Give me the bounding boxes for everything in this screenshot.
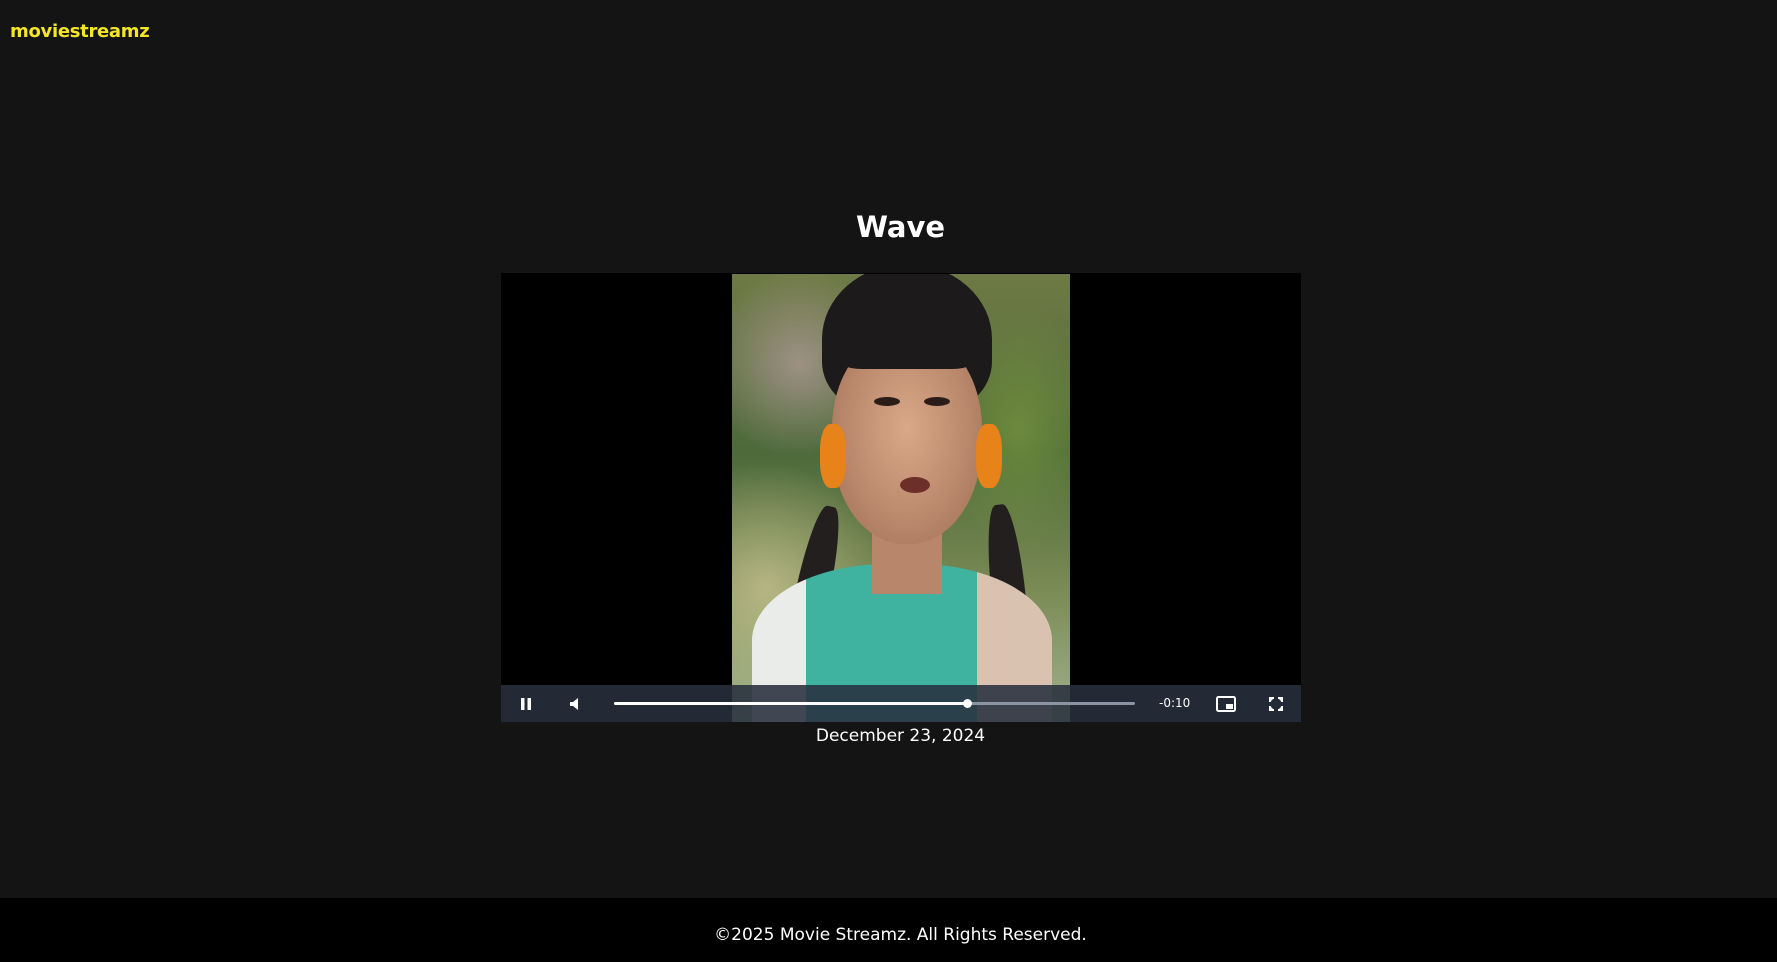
video-scene-mouth: [900, 477, 930, 493]
video-scene-eye-left: [874, 397, 900, 406]
picture-in-picture-button[interactable]: [1201, 685, 1251, 722]
video-scene-eye-right: [924, 397, 950, 406]
page: moviestreamz Wave -0:10 December 23, 202…: [0, 0, 1777, 962]
pause-icon: [521, 697, 531, 710]
seek-bar-played: [614, 702, 967, 705]
picture-in-picture-icon: [1216, 695, 1236, 712]
time-remaining: -0:10: [1159, 696, 1191, 710]
video-player[interactable]: -0:10: [501, 273, 1301, 722]
release-date: December 23, 2024: [815, 726, 986, 746]
site-logo[interactable]: moviestreamz: [10, 21, 150, 42]
mute-button[interactable]: [551, 685, 601, 722]
video-scene-bangs: [832, 294, 982, 369]
video-frame[interactable]: [732, 274, 1070, 722]
play-pause-button[interactable]: [501, 685, 551, 722]
video-scene-headphone-left: [820, 424, 846, 488]
movie-title: Wave: [855, 210, 946, 244]
volume-muted-icon: [570, 697, 578, 710]
footer: ©2025 Movie Streamz. All Rights Reserved…: [0, 898, 1777, 962]
copyright-text: ©2025 Movie Streamz. All Rights Reserved…: [714, 925, 1087, 945]
seek-bar-handle[interactable]: [962, 699, 972, 708]
fullscreen-icon: [1269, 696, 1283, 711]
player-controls-bar: -0:10: [501, 685, 1301, 722]
fullscreen-button[interactable]: [1251, 685, 1301, 722]
video-scene-headphone-right: [976, 424, 1002, 488]
seek-bar[interactable]: [614, 699, 1135, 708]
